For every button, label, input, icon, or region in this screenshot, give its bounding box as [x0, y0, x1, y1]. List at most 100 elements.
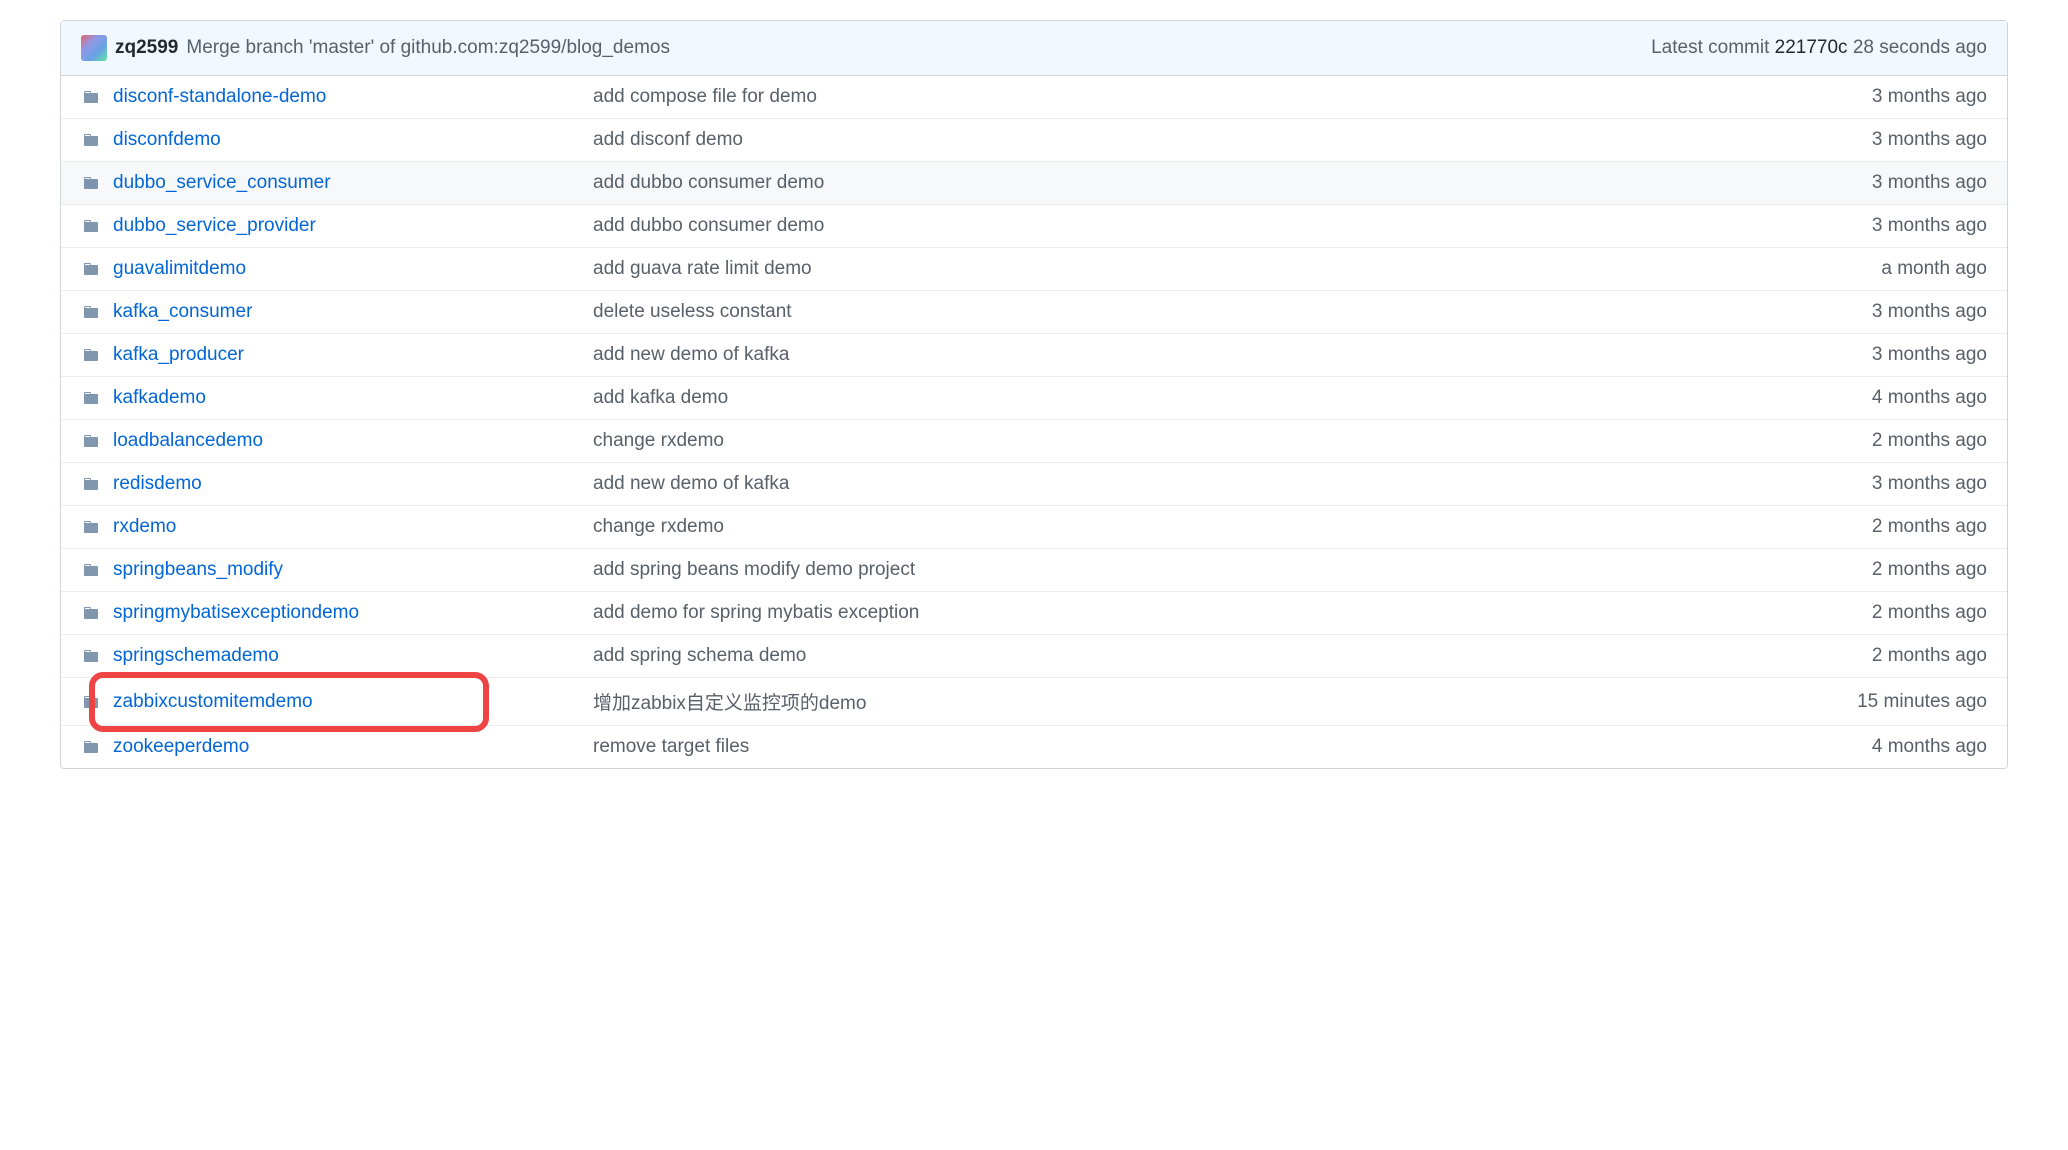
commit-message-cell: add spring schema demo [593, 645, 1787, 667]
commit-age-cell: 2 months ago [1787, 602, 1987, 624]
folder-link[interactable]: kafka_consumer [113, 301, 252, 322]
commit-age-cell: 4 months ago [1787, 387, 1987, 409]
folder-icon [81, 347, 101, 363]
table-row: redisdemo add new demo of kafka 3 months a… [61, 463, 2007, 506]
commit-message-link[interactable]: add compose file for demo [593, 86, 817, 107]
commit-message-link[interactable]: add spring schema demo [593, 645, 806, 666]
table-row: kafka_consumer delete useless constant 3 m… [61, 291, 2007, 334]
commit-message-link[interactable]: add new demo of kafka [593, 473, 789, 494]
commit-time: 28 seconds ago [1853, 37, 1987, 58]
commit-age-cell: 2 months ago [1787, 430, 1987, 452]
table-row: zabbixcustomitemdemo 增加zabbix自定义监控项的demo 1… [61, 678, 2007, 726]
file-name-cell: guavalimitdemo [113, 258, 593, 280]
commit-message-cell: add new demo of kafka [593, 473, 1787, 495]
author-link[interactable]: zq2599 [115, 37, 178, 59]
folder-link[interactable]: kafka_producer [113, 344, 244, 365]
table-row: springschemademo add spring schema demo 2 … [61, 635, 2007, 678]
commit-message-cell: add new demo of kafka [593, 344, 1787, 366]
folder-icon [81, 519, 101, 535]
commit-message-link[interactable]: add dubbo consumer demo [593, 172, 824, 193]
commit-age-cell: 4 months ago [1787, 736, 1987, 758]
commit-age-cell: 2 months ago [1787, 559, 1987, 581]
commit-message-link[interactable]: add guava rate limit demo [593, 258, 812, 279]
commit-message-cell: add disconf demo [593, 129, 1787, 151]
latest-commit-header: zq2599 Merge branch 'master' of github.c… [61, 21, 2007, 76]
commit-message-link[interactable]: add demo for spring mybatis exception [593, 602, 919, 623]
folder-icon [81, 562, 101, 578]
commit-message-cell: remove target files [593, 736, 1787, 758]
commit-message-link[interactable]: Merge branch 'master' of github.com:zq25… [186, 37, 670, 59]
file-name-cell: disconf-standalone-demo [113, 86, 593, 108]
folder-icon [81, 694, 101, 710]
commit-age-cell: 3 months ago [1787, 344, 1987, 366]
folder-icon [81, 433, 101, 449]
folder-icon [81, 89, 101, 105]
table-row: kafka_producer add new demo of kafka 3 mon… [61, 334, 2007, 377]
folder-icon [81, 648, 101, 664]
folder-link[interactable]: springbeans_modify [113, 559, 283, 580]
commit-message-link[interactable]: add new demo of kafka [593, 344, 789, 365]
folder-link[interactable]: guavalimitdemo [113, 258, 246, 279]
table-row: disconfdemoadd disconf demo3 months ago [61, 119, 2007, 162]
table-row: springmybatisexceptiondemo add demo for s… [61, 592, 2007, 635]
commit-age-cell: 3 months ago [1787, 473, 1987, 495]
commit-age-cell: 2 months ago [1787, 516, 1987, 538]
file-name-cell: rxdemo [113, 516, 593, 538]
file-name-cell: springschemademo [113, 645, 593, 667]
commit-age-cell: 2 months ago [1787, 645, 1987, 667]
commit-message-cell: add compose file for demo [593, 86, 1787, 108]
table-row: rxdemo change rxdemo 2 months ago [61, 506, 2007, 549]
folder-link[interactable]: zookeeperdemo [113, 736, 249, 757]
commit-age-cell: 15 minutes ago [1787, 691, 1987, 713]
table-row: dubbo_service_provider add dubbo consumer… [61, 205, 2007, 248]
commit-message-link[interactable]: add kafka demo [593, 387, 728, 408]
file-name-cell: disconfdemo [113, 129, 593, 151]
folder-icon [81, 739, 101, 755]
folder-link[interactable]: disconf-standalone-demo [113, 86, 326, 107]
commit-message-cell: change rxdemo [593, 516, 1787, 538]
commit-message-link[interactable]: add spring beans modify demo project [593, 559, 915, 580]
folder-link[interactable]: loadbalancedemo [113, 430, 263, 451]
file-name-cell: springbeans_modify [113, 559, 593, 581]
folder-icon [81, 605, 101, 621]
folder-link[interactable]: springschemademo [113, 645, 279, 666]
file-name-cell: kafka_consumer [113, 301, 593, 323]
avatar[interactable] [81, 35, 107, 61]
folder-link[interactable]: disconfdemo [113, 129, 221, 150]
file-name-cell: dubbo_service_consumer [113, 172, 593, 194]
file-name-cell: redisdemo [113, 473, 593, 495]
folder-link[interactable]: dubbo_service_consumer [113, 172, 331, 193]
commit-message-link[interactable]: add dubbo consumer demo [593, 215, 824, 236]
commit-message-link[interactable]: change rxdemo [593, 516, 724, 537]
commit-meta: Latest commit 221770c 28 seconds ago [1651, 37, 1987, 59]
folder-link[interactable]: redisdemo [113, 473, 202, 494]
table-row: springbeans_modify add spring beans modif… [61, 549, 2007, 592]
commit-message-cell: 增加zabbix自定义监控项的demo [593, 688, 1787, 715]
folder-link[interactable]: rxdemo [113, 516, 176, 537]
folder-link[interactable]: zabbixcustomitemdemo [113, 691, 313, 712]
commit-message-link[interactable]: change rxdemo [593, 430, 724, 451]
file-list-container: zq2599 Merge branch 'master' of github.c… [60, 20, 2008, 769]
commit-message-cell: add demo for spring mybatis exception [593, 602, 1787, 624]
file-name-cell: zabbixcustomitemdemo [113, 691, 593, 713]
commit-age-cell: 3 months ago [1787, 301, 1987, 323]
commit-message-link[interactable]: remove target files [593, 736, 749, 757]
commit-sha-link[interactable]: 221770c [1775, 37, 1848, 58]
commit-message-cell: delete useless constant [593, 301, 1787, 323]
commit-message-link[interactable]: 增加zabbix自定义监控项的demo [593, 693, 866, 714]
file-name-cell: kafka_producer [113, 344, 593, 366]
commit-message-cell: add dubbo consumer demo [593, 215, 1787, 237]
commit-message-link[interactable]: add disconf demo [593, 129, 743, 150]
folder-icon [81, 261, 101, 277]
commit-message-cell: add guava rate limit demo [593, 258, 1787, 280]
commit-author-section: zq2599 Merge branch 'master' of github.c… [81, 35, 670, 61]
folder-link[interactable]: kafkademo [113, 387, 206, 408]
table-row: guavalimitdemoadd guava rate limit demoa… [61, 248, 2007, 291]
file-name-cell: zookeeperdemo [113, 736, 593, 758]
folder-link[interactable]: dubbo_service_provider [113, 215, 316, 236]
folder-link[interactable]: springmybatisexceptiondemo [113, 602, 359, 623]
commit-age-cell: 3 months ago [1787, 215, 1987, 237]
commit-message-link[interactable]: delete useless constant [593, 301, 792, 322]
file-name-cell: loadbalancedemo [113, 430, 593, 452]
table-row: dubbo_service_consumer add dubbo consumer… [61, 162, 2007, 205]
